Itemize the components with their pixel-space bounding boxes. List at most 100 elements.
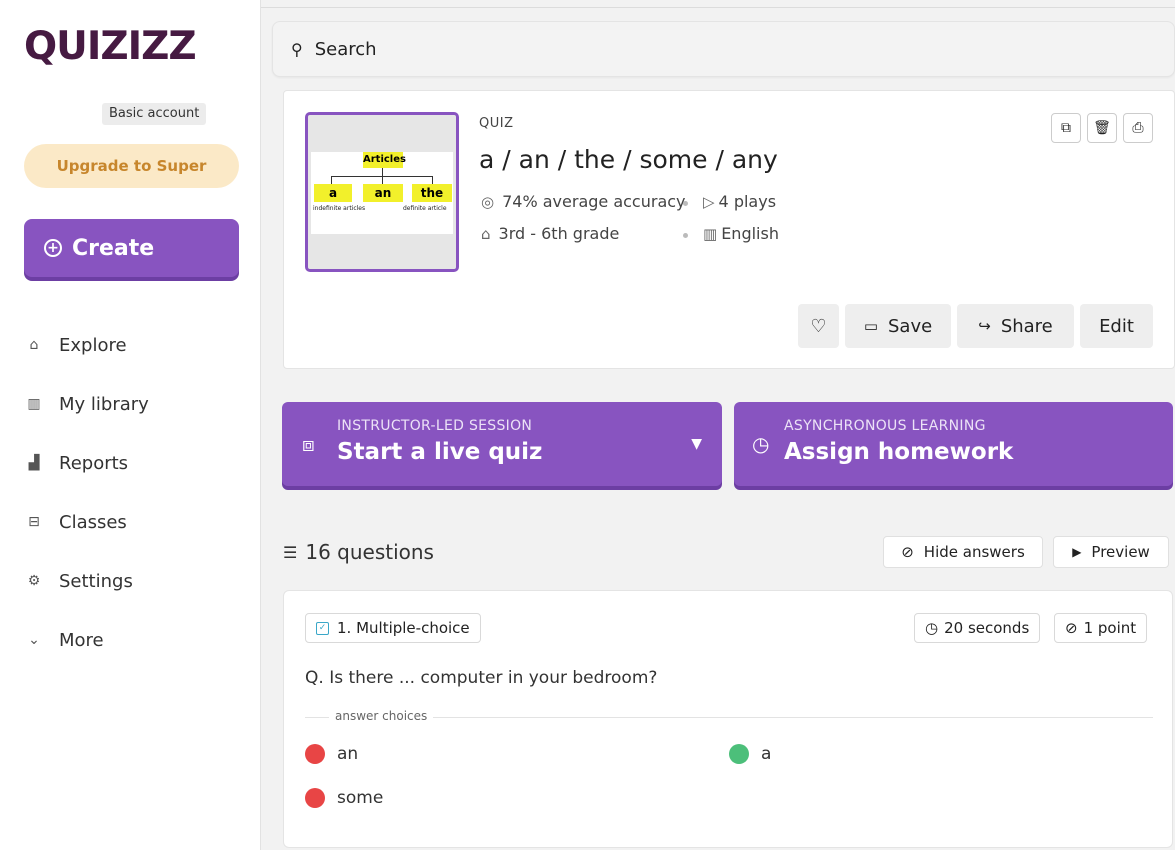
points-label: 1 point	[1083, 619, 1137, 637]
accuracy-text: 74% average accuracy	[502, 192, 686, 211]
edit-label: Edit	[1099, 315, 1134, 337]
session-kicker: INSTRUCTOR-LED SESSION	[337, 418, 533, 434]
play-outline-icon: ▷	[703, 192, 715, 211]
thumbnail-caption: definite article	[403, 205, 447, 212]
explore-icon: ⌂	[29, 337, 39, 353]
thumbnail-caption: indefinite articles	[313, 205, 366, 212]
time-badge[interactable]: ◷ 20 seconds	[914, 613, 1041, 643]
create-label: Create	[72, 235, 155, 261]
sidebar-item-label: My library	[59, 393, 149, 415]
preview-button[interactable]: ▶ Preview	[1053, 536, 1169, 568]
accuracy-meta: ◎ 74% average accuracy	[481, 192, 686, 211]
question-type-badge: ✓ 1. Multiple-choice	[305, 613, 481, 643]
session-title: Assign homework	[784, 439, 1014, 465]
diagram-line	[382, 168, 383, 176]
quiz-thumbnail[interactable]: Articles a an the indefinite articles de…	[305, 112, 459, 272]
answer-choice-text: a	[761, 744, 772, 764]
answer-choice-text: an	[337, 744, 359, 764]
start-live-quiz-button[interactable]: ⧈ INSTRUCTOR-LED SESSION Start a live qu…	[282, 402, 722, 486]
trash-icon: 🗑	[1093, 120, 1111, 136]
share-button[interactable]: ↪ Share	[957, 304, 1074, 348]
diagram-line	[331, 176, 332, 184]
dropdown-caret-icon[interactable]: ▼	[691, 436, 702, 452]
meta-separator	[683, 201, 688, 206]
thumbnail-box: a	[314, 184, 352, 202]
question-type-label: 1. Multiple-choice	[337, 619, 470, 637]
question-card: ✓ 1. Multiple-choice ◷ 20 seconds ⊘ 1 po…	[283, 590, 1173, 848]
printer-icon: ⎙	[1132, 120, 1144, 136]
plays-meta: ▷ 4 plays	[703, 192, 776, 211]
question-text: Q. Is there ... computer in your bedroom…	[305, 668, 658, 688]
hide-answers-button[interactable]: ⊘ Hide answers	[883, 536, 1043, 568]
print-button[interactable]: ⎙	[1123, 113, 1153, 143]
folder-icon: ▭	[863, 317, 878, 335]
question-count-label: 16 questions	[305, 540, 434, 564]
eye-off-icon: ⊘	[901, 543, 914, 561]
settings-icon: ⚙	[27, 573, 41, 589]
upgrade-button[interactable]: Upgrade to Super	[24, 144, 239, 188]
sidebar-item-label: Settings	[59, 570, 133, 592]
quizizz-logo[interactable]: QUIZIZZ	[24, 24, 197, 69]
answer-choice: some	[305, 788, 383, 808]
share-icon: ↪	[978, 317, 991, 335]
search-icon: ⚲	[291, 39, 303, 59]
reports-icon: ▟	[28, 455, 40, 471]
hide-answers-label: Hide answers	[923, 543, 1025, 561]
diagram-line	[432, 176, 433, 184]
grade-text: 3rd - 6th grade	[498, 224, 620, 243]
clock-icon: ◷	[925, 619, 939, 637]
delete-button[interactable]: 🗑	[1087, 113, 1117, 143]
plays-text: 4 plays	[718, 192, 777, 211]
diagram-line	[382, 176, 383, 184]
answer-choice: a	[729, 744, 771, 764]
check-circle-icon: ⊘	[1065, 619, 1078, 637]
chevron-down-icon: ⌄	[28, 632, 40, 648]
sidebar-item-label: Reports	[59, 452, 129, 474]
thumbnail-box: an	[363, 184, 403, 202]
sidebar-item-explore[interactable]: ⌂ Explore	[24, 330, 127, 360]
incorrect-indicator	[305, 744, 325, 764]
graduation-cap-icon: ⌂	[481, 224, 491, 243]
library-icon: ▥	[703, 224, 718, 243]
save-button[interactable]: ▭ Save	[845, 304, 951, 348]
account-badge: Basic account	[102, 103, 207, 125]
copy-button[interactable]: ⧉	[1051, 113, 1081, 143]
search-bar[interactable]: ⚲ Search	[272, 21, 1175, 77]
preview-label: Preview	[1091, 543, 1150, 561]
sidebar-item-more[interactable]: ⌄ More	[24, 625, 104, 655]
quiz-card: Articles a an the indefinite articles de…	[283, 90, 1175, 369]
thumbnail-box: the	[412, 184, 452, 202]
presentation-icon: ⧈	[302, 432, 315, 456]
language-meta: ▥ English	[703, 224, 779, 243]
sidebar-item-label: Classes	[59, 511, 127, 533]
points-badge[interactable]: ⊘ 1 point	[1054, 613, 1148, 643]
assign-homework-button[interactable]: ◷ ASYNCHRONOUS LEARNING Assign homework	[734, 402, 1173, 486]
accuracy-icon: ◎	[481, 192, 495, 211]
thumbnail-heading: Articles	[363, 152, 406, 168]
thumbnail-diagram: Articles a an the indefinite articles de…	[311, 152, 453, 234]
heart-icon: ♡	[810, 315, 827, 337]
classes-icon: ⊟	[28, 514, 40, 530]
meta-separator	[683, 233, 688, 238]
sidebar-item-reports[interactable]: ▟ Reports	[24, 448, 128, 478]
grade-meta: ⌂ 3rd - 6th grade	[481, 224, 619, 243]
session-title: Start a live quiz	[337, 439, 543, 465]
plus-circle-icon: +	[44, 239, 62, 257]
create-button[interactable]: + Create	[24, 219, 239, 277]
answer-choice-text: some	[337, 788, 384, 808]
like-button[interactable]: ♡	[798, 304, 839, 348]
search-input[interactable]: Search	[315, 39, 377, 60]
sidebar-item-label: More	[59, 629, 104, 651]
question-count: ☰ 16 questions	[283, 540, 434, 564]
sidebar: QUIZIZZ Basic account Upgrade to Super +…	[0, 0, 261, 850]
play-icon: ▶	[1072, 545, 1082, 559]
sidebar-item-settings[interactable]: ⚙ Settings	[24, 566, 133, 596]
share-label: Share	[1000, 315, 1053, 337]
quiz-title: a / an / the / some / any	[479, 145, 778, 174]
edit-button[interactable]: Edit	[1080, 304, 1153, 348]
time-label: 20 seconds	[944, 619, 1030, 637]
copy-icon: ⧉	[1061, 120, 1071, 136]
sidebar-item-my-library[interactable]: ▥ My library	[24, 389, 149, 419]
sidebar-item-classes[interactable]: ⊟ Classes	[24, 507, 127, 537]
checkbox-icon: ✓	[316, 621, 329, 635]
